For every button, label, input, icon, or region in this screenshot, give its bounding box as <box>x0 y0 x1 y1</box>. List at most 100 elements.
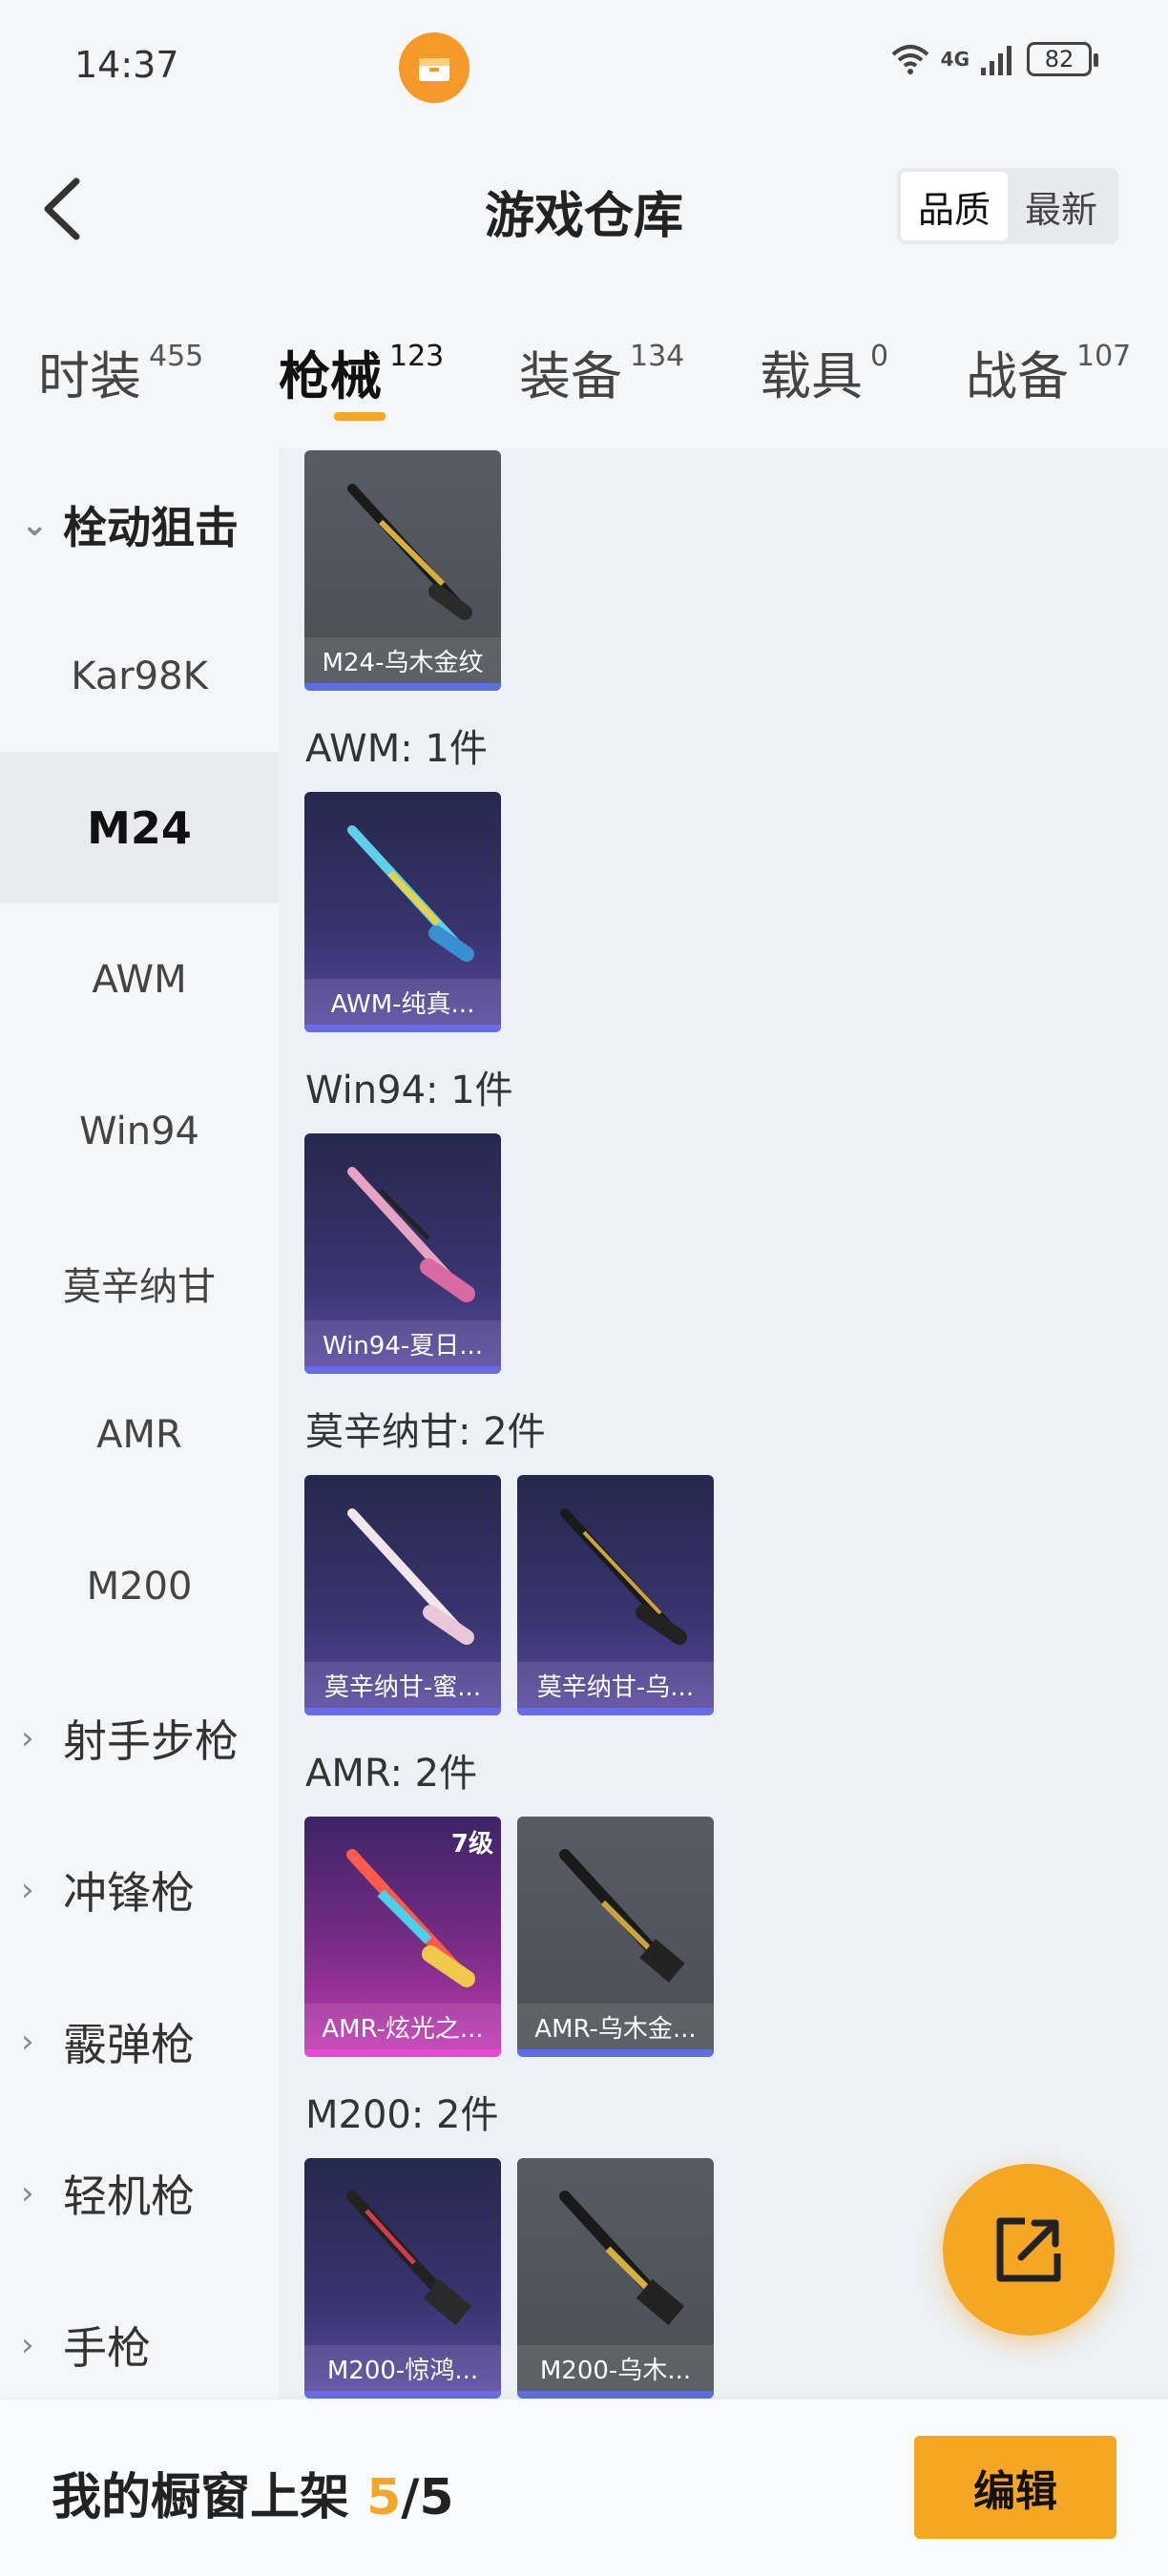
rarity-bar <box>517 2391 714 2399</box>
rifle-icon <box>347 484 472 620</box>
showcase-label: 我的橱窗上架 <box>52 2469 350 2526</box>
network-type: 4G <box>940 48 970 71</box>
tab-count: 0 <box>870 340 889 373</box>
status-time: 14:37 <box>74 44 179 86</box>
tab-label: 装备 <box>519 346 622 406</box>
sidebar-category-shotgun[interactable]: › 霰弹枪 <box>0 1965 279 2117</box>
rarity-bar <box>304 1366 501 1374</box>
showcase-status: 我的橱窗上架 5/5 <box>52 2457 454 2528</box>
tab-equipment[interactable]: 装备 134 <box>519 334 684 409</box>
sidebar-item-m200[interactable]: M200 <box>0 1510 279 1662</box>
weapon-sidebar: ⌄ 栓动狙击 Kar98K M24 AWM Win94 莫辛纳甘 AMR M20… <box>0 448 279 2399</box>
tab-count: 134 <box>630 340 685 373</box>
chevron-right-icon: › <box>21 2173 34 2212</box>
tab-count: 107 <box>1076 340 1132 373</box>
rarity-bar <box>517 1708 714 1715</box>
item-name: M200-乌木... <box>517 2345 714 2391</box>
rifle-icon <box>347 825 474 962</box>
showcase-bar: 我的橱窗上架 5/5 编辑 <box>0 2399 1168 2576</box>
page-header: 游戏仓库 品质 最新 <box>0 118 1168 300</box>
item-card[interactable]: M200-乌木... <box>517 2158 714 2399</box>
tab-count: 455 <box>149 340 204 373</box>
sidebar-category-label: 冲锋枪 <box>63 1866 195 1919</box>
item-name: Win94-夏日... <box>304 1320 501 1366</box>
rifle-icon <box>346 2191 472 2326</box>
rarity-bar <box>304 683 501 691</box>
item-card[interactable]: 莫辛纳甘-蜜... <box>304 1475 501 1715</box>
status-indicators: 4G 82 <box>889 42 1098 76</box>
sort-latest-button[interactable]: 最新 <box>1008 172 1115 240</box>
item-name: AWM-纯真... <box>304 979 501 1025</box>
rarity-bar <box>304 1025 501 1032</box>
sidebar-item-win94[interactable]: Win94 <box>0 1055 279 1207</box>
item-card[interactable]: AWM-纯真... <box>304 792 501 1032</box>
item-name: M200-惊鸿... <box>304 2345 501 2391</box>
item-name: M24-乌木金纹 <box>304 637 501 683</box>
showcase-total-count: 5 <box>419 2469 454 2526</box>
share-button[interactable] <box>943 2164 1115 2336</box>
item-card[interactable]: M200-惊鸿... <box>304 2158 501 2399</box>
group-title: AMR: 2件 <box>305 1752 478 1796</box>
sidebar-item-kar98k[interactable]: Kar98K <box>0 600 279 752</box>
sort-toggle: 品质 最新 <box>897 168 1118 244</box>
sidebar-category-label: 轻机枪 <box>63 2170 195 2222</box>
item-card[interactable]: Win94-夏日... <box>304 1133 501 1374</box>
battery-indicator: 82 <box>1027 42 1098 76</box>
sidebar-category-label: 射手步枪 <box>63 1714 239 1767</box>
chevron-right-icon: › <box>21 2022 34 2061</box>
tab-fashion[interactable]: 时装 455 <box>38 334 203 409</box>
sidebar-category-label: 栓动狙击 <box>63 501 239 553</box>
group-title: M200: 2件 <box>305 2093 499 2137</box>
item-card[interactable]: M24-乌木金纹 <box>304 450 501 691</box>
rifle-icon <box>347 1508 474 1645</box>
share-external-icon <box>996 2217 1061 2282</box>
showcase-current-count: 5 <box>366 2469 402 2526</box>
rarity-bar <box>517 2049 714 2057</box>
sidebar-category-lmg[interactable]: › 轻机枪 <box>0 2117 279 2269</box>
app-notification-icon <box>399 32 469 103</box>
active-tab-indicator <box>334 412 386 421</box>
item-card[interactable]: 莫辛纳甘-乌... <box>517 1475 714 1715</box>
rarity-bar <box>304 2391 501 2399</box>
sidebar-category-bolt-action[interactable]: ⌄ 栓动狙击 <box>0 448 279 600</box>
item-card[interactable]: AMR-乌木金... <box>517 1817 714 2057</box>
item-card[interactable]: 7级 AMR-炫光之... <box>304 1817 501 2057</box>
sidebar-item-mosin[interactable]: 莫辛纳甘 <box>0 1207 279 1359</box>
sidebar-item-awm[interactable]: AWM <box>0 904 279 1055</box>
sidebar-category-dmr[interactable]: › 射手步枪 <box>0 1662 279 1814</box>
rifle-icon <box>346 1849 475 1987</box>
sidebar-category-smg[interactable]: › 冲锋枪 <box>0 1814 279 1965</box>
rifle-icon <box>560 1508 687 1645</box>
tab-vehicles[interactable]: 载具 0 <box>760 334 888 409</box>
battery-level: 82 <box>1044 46 1074 73</box>
chevron-down-icon: ⌄ <box>21 505 49 544</box>
weapon-grid: M24-乌木金纹 AWM: 1件 AWM-纯真... Win94: 1件 Win… <box>279 448 1168 2399</box>
sidebar-item-amr[interactable]: AMR <box>0 1359 279 1510</box>
sort-quality-button[interactable]: 品质 <box>901 172 1008 240</box>
tab-label: 枪械 <box>279 346 382 406</box>
rarity-bar <box>304 2049 501 2057</box>
rifle-icon <box>559 1849 685 1983</box>
edit-button[interactable]: 编辑 <box>914 2436 1116 2539</box>
item-name: AMR-乌木金... <box>517 2004 714 2049</box>
sidebar-category-label: 手枪 <box>63 2321 151 2374</box>
chevron-right-icon: › <box>21 1870 34 1909</box>
showcase-count-separator: / <box>401 2469 420 2526</box>
rifle-icon <box>559 2191 685 2326</box>
sidebar-item-m24[interactable]: M24 <box>0 752 279 904</box>
tab-battle-gear[interactable]: 战备 107 <box>966 334 1131 409</box>
sidebar-category-pistol[interactable]: › 手枪 <box>0 2269 279 2420</box>
category-tabs: 时装 455 枪械 123 装备 134 载具 0 战备 107 <box>0 315 1168 448</box>
chevron-right-icon: › <box>21 2325 34 2364</box>
group-title: 莫辛纳甘: 2件 <box>305 1410 546 1454</box>
group-title: AWM: 1件 <box>305 727 488 771</box>
chevron-right-icon: › <box>21 1718 34 1757</box>
tab-label: 载具 <box>760 346 863 406</box>
tab-label: 时装 <box>38 346 141 406</box>
tab-count: 123 <box>389 340 445 373</box>
sidebar-category-label: 霰弹枪 <box>63 2018 195 2070</box>
item-name: AMR-炫光之... <box>304 2004 501 2049</box>
item-name: 莫辛纳甘-蜜... <box>304 1662 501 1708</box>
tab-label: 战备 <box>966 346 1069 406</box>
tab-firearms[interactable]: 枪械 123 <box>279 334 444 409</box>
